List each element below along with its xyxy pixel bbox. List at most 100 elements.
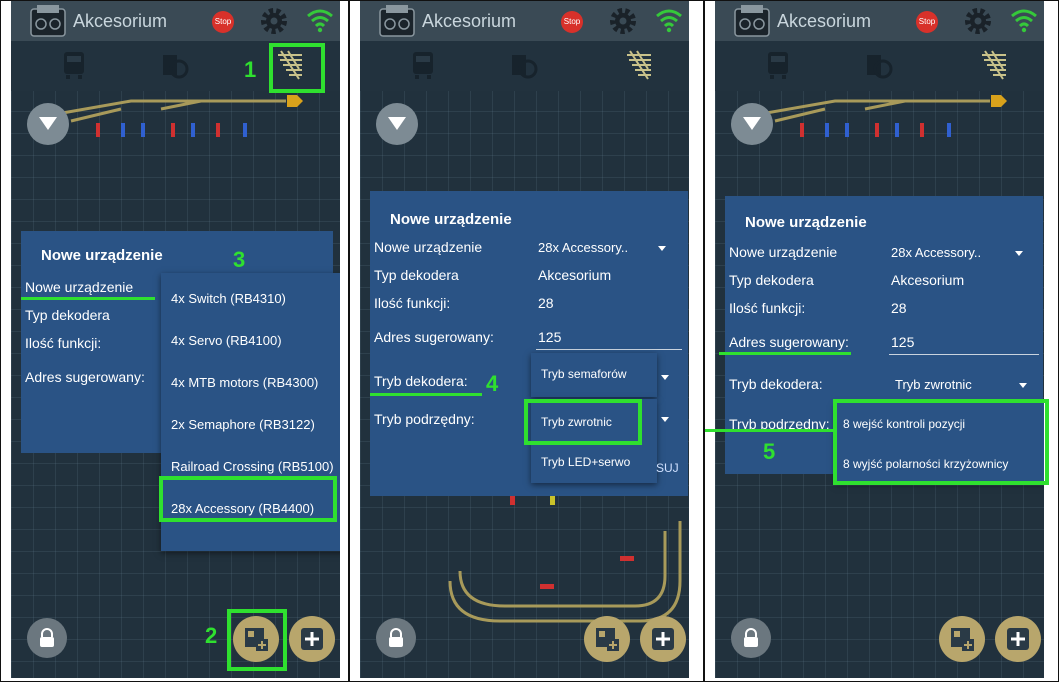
underline-sub-mode [705, 429, 833, 432]
lock-button[interactable] [27, 618, 67, 658]
decoder-mode-label: Tryb dekodera: [729, 376, 823, 392]
add-button[interactable] [640, 616, 686, 662]
decoder-type-label: Typ dekodera [25, 307, 110, 323]
track-layout-lower [448, 491, 682, 623]
gear-icon[interactable] [963, 6, 993, 36]
app-title: Akcesorium [422, 11, 517, 31]
locomotive-icon[interactable] [59, 49, 89, 81]
chevron-down-icon [388, 117, 406, 130]
sub-mode-option[interactable]: 8 wyjść polarności krzyżownicy [835, 457, 1044, 471]
app-title: Akcesorium [777, 11, 872, 31]
accessory-icon[interactable] [159, 49, 189, 81]
phone-screen-3: Akcesorium Stop Nowe urządzenie Nowe urz… [715, 1, 1044, 678]
add-device-button[interactable] [233, 616, 279, 662]
gear-icon[interactable] [608, 6, 638, 36]
add-device-icon [951, 628, 974, 651]
add-button[interactable] [289, 616, 335, 662]
add-device-button[interactable] [584, 616, 630, 662]
underline-suggested-address [719, 352, 851, 355]
app-logo-icon [379, 5, 415, 37]
function-count-value: 28 [891, 300, 907, 316]
decoder-mode-value[interactable]: Tryb semaforów [531, 367, 657, 381]
device-label[interactable]: Nowe urządzenie [374, 239, 482, 255]
hidden-button-fragment[interactable]: SUJ [656, 461, 679, 475]
add-button[interactable] [995, 616, 1041, 662]
step-3-label: 3 [233, 247, 246, 272]
device-option[interactable]: 4x Switch (RB4310) [161, 291, 340, 306]
sub-mode-option-selected[interactable]: 8 wejść kontroli pozycji [835, 417, 1044, 431]
device-label[interactable]: Nowe urządzenie [729, 244, 837, 260]
plus-icon [301, 628, 323, 650]
suggested-address-input[interactable]: 125 [538, 329, 561, 345]
function-count-label: Ilość funkcji: [374, 295, 451, 311]
suggested-address-label: Adres sugerowany: [374, 329, 494, 345]
device-option[interactable]: Railroad Crossing (RB5100) [161, 459, 340, 474]
accessory-icon[interactable] [508, 49, 538, 81]
function-count-value: 28 [538, 295, 554, 311]
device-option[interactable]: 4x Servo (RB4100) [161, 333, 340, 348]
lock-button[interactable] [731, 618, 771, 658]
expand-button[interactable] [376, 103, 418, 145]
turnout-icon[interactable] [624, 49, 654, 81]
lock-icon [389, 628, 403, 647]
plus-icon [1007, 628, 1029, 650]
function-count-label: Ilość funkcji: [729, 300, 806, 316]
dialog-title: Nowe urządzenie [745, 214, 867, 231]
stop-button[interactable]: Stop [561, 11, 583, 33]
decoder-mode-value[interactable]: Tryb zwrotnic [895, 377, 972, 392]
sub-mode-label: Tryb podrzędny: [374, 411, 475, 427]
toolbar [715, 41, 1044, 91]
underline-device-label [21, 297, 155, 300]
locomotive-icon[interactable] [408, 49, 438, 81]
gear-icon[interactable] [259, 6, 289, 36]
stop-button[interactable]: Stop [916, 11, 938, 33]
sub-mode-dropdown-menu: Tryb zwrotnic Tryb LED+serwo [531, 399, 657, 483]
chevron-down-icon [658, 246, 666, 251]
device-value[interactable]: 28x Accessory.. [538, 240, 628, 255]
panel-3: Akcesorium Stop Nowe urządzenie Nowe urz… [704, 0, 1059, 682]
expand-button[interactable] [27, 103, 69, 145]
step-2-label: 2 [205, 623, 218, 648]
decoder-mode-select[interactable]: Tryb semaforów [531, 353, 657, 397]
decoder-type-label: Typ dekodera [729, 272, 814, 288]
underline-decoder-mode [370, 393, 482, 396]
toolbar [11, 41, 340, 91]
turnout-icon[interactable] [979, 49, 1009, 81]
stop-button[interactable]: Stop [212, 11, 234, 33]
panel-1: Akcesorium Stop Nowe urządzenie Nowe urz… [0, 0, 349, 682]
turnout-icon[interactable] [275, 49, 305, 81]
add-device-icon [596, 628, 619, 651]
device-dropdown-menu: 4x Switch (RB4310) 4x Servo (RB4100) 4x … [161, 273, 340, 551]
app-logo-icon [30, 5, 66, 37]
lock-button[interactable] [376, 618, 416, 658]
device-option[interactable]: 4x MTB motors (RB4300) [161, 375, 340, 390]
app-header: Akcesorium Stop [11, 1, 340, 41]
device-option-selected[interactable]: 28x Accessory (RB4400) [161, 501, 340, 516]
expand-button[interactable] [731, 103, 773, 145]
wifi-icon [307, 9, 333, 33]
plus-icon [652, 628, 674, 650]
device-option[interactable]: 2x Semaphore (RB3122) [161, 417, 340, 432]
add-device-button[interactable] [939, 616, 985, 662]
chevron-down-icon [1019, 383, 1027, 388]
panel-2: Akcesorium Stop Nowe urządzenie Nowe urz… [349, 0, 704, 682]
suggested-address-input[interactable]: 125 [891, 334, 914, 350]
suggested-address-label: Adres sugerowany: [729, 334, 849, 350]
address-underline [889, 354, 1039, 355]
device-value[interactable]: 28x Accessory.. [891, 245, 981, 260]
phone-screen-1: Akcesorium Stop Nowe urządzenie Nowe urz… [11, 1, 340, 678]
suggested-address-label: Adres sugerowany: [25, 369, 145, 385]
sub-mode-option-selected[interactable]: Tryb zwrotnic [531, 415, 657, 429]
phone-screen-2: Akcesorium Stop Nowe urządzenie Nowe urz… [360, 1, 689, 678]
locomotive-icon[interactable] [763, 49, 793, 81]
tutorial-collage: Akcesorium Stop Nowe urządzenie Nowe urz… [0, 0, 1059, 682]
app-title: Akcesorium [73, 11, 168, 31]
app-logo-icon [734, 5, 770, 37]
sub-mode-option[interactable]: Tryb LED+serwo [531, 455, 657, 469]
accessory-icon[interactable] [863, 49, 893, 81]
app-header: Akcesorium Stop [360, 1, 689, 41]
chevron-down-icon [1015, 251, 1023, 256]
device-label[interactable]: Nowe urządzenie [25, 279, 133, 295]
decoder-type-value: Akcesorium [891, 272, 965, 288]
dialog-title: Nowe urządzenie [390, 211, 512, 228]
